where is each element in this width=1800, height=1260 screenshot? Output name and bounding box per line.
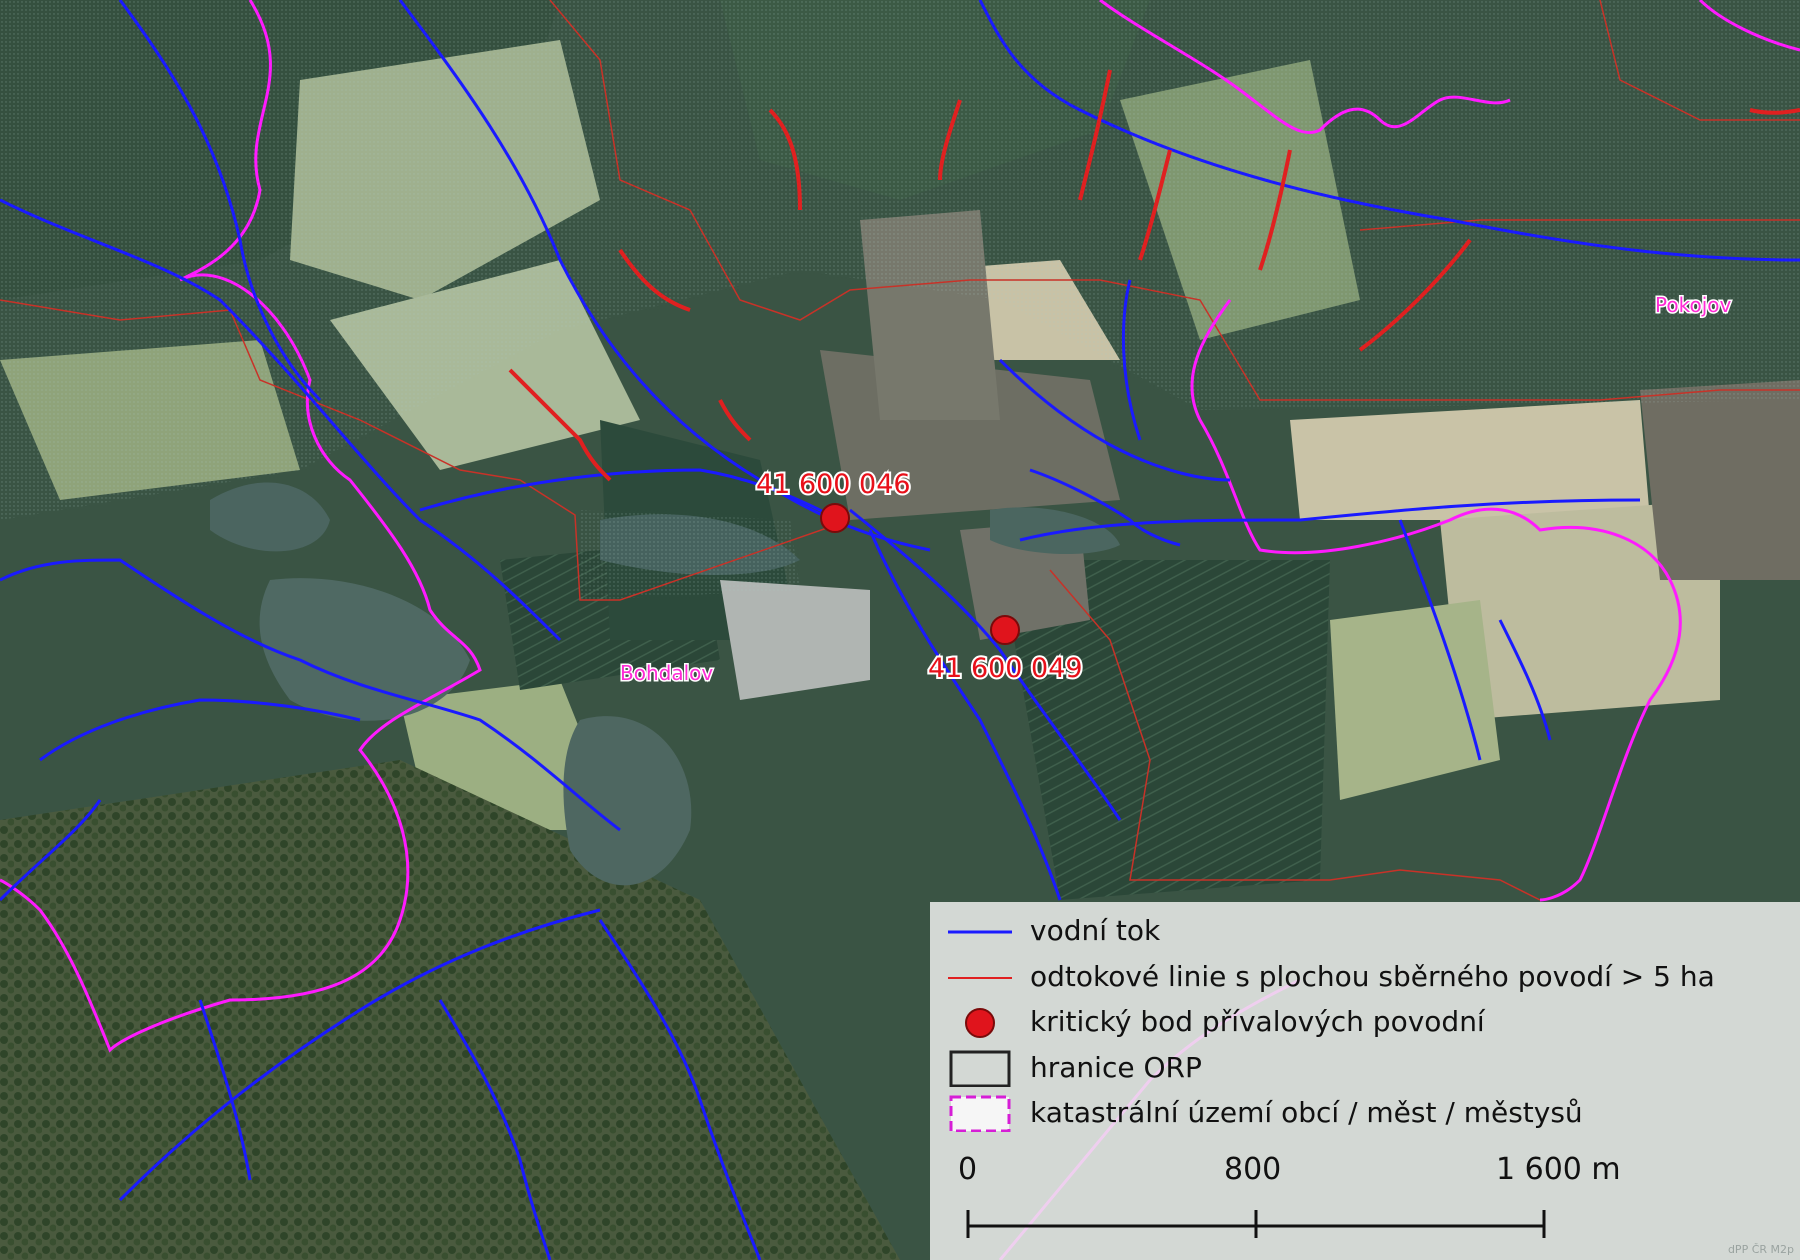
place-label-pokojov: Pokojov	[1655, 293, 1731, 317]
scale-bar-graphic	[966, 1210, 1546, 1238]
critical-point-label: 41 600 046	[756, 469, 911, 500]
map-credit: dPP ČR M2p	[1727, 1243, 1794, 1256]
scale-label-0: 0	[958, 1152, 978, 1187]
critical-point-icon	[965, 1008, 995, 1038]
legend-item-runoff: odtokové linie s plochou sběrného povodí…	[930, 956, 1800, 996]
legend-label: katastrální území obcí / měst / městysů	[1030, 1096, 1583, 1129]
scale-label-800: 800	[1224, 1152, 1282, 1187]
water-line-icon	[948, 930, 1012, 934]
legend-label: kritický bod přívalových povodní	[1030, 1005, 1485, 1038]
orp-border-icon	[949, 1050, 1011, 1087]
legend-label: vodní tok	[1030, 914, 1161, 947]
legend-item-orp: hranice ORP	[930, 1047, 1800, 1087]
runoff-line-icon	[948, 977, 1012, 979]
place-label-bohdalov: Bohdalov	[620, 661, 713, 685]
scale-label-1600: 1 600 m	[1496, 1152, 1621, 1187]
legend-label: odtokové linie s plochou sběrného povodí…	[1030, 960, 1715, 993]
legend-label: hranice ORP	[1030, 1051, 1202, 1084]
legend-item-water: vodní tok	[930, 910, 1800, 950]
legend-item-cadastral: katastrální území obcí / měst / městysů	[930, 1092, 1800, 1132]
critical-point-label: 41 600 049	[928, 653, 1083, 684]
legend-item-critical: kritický bod přívalových povodní	[930, 1001, 1800, 1041]
cadastral-boundary-icon	[949, 1095, 1011, 1132]
